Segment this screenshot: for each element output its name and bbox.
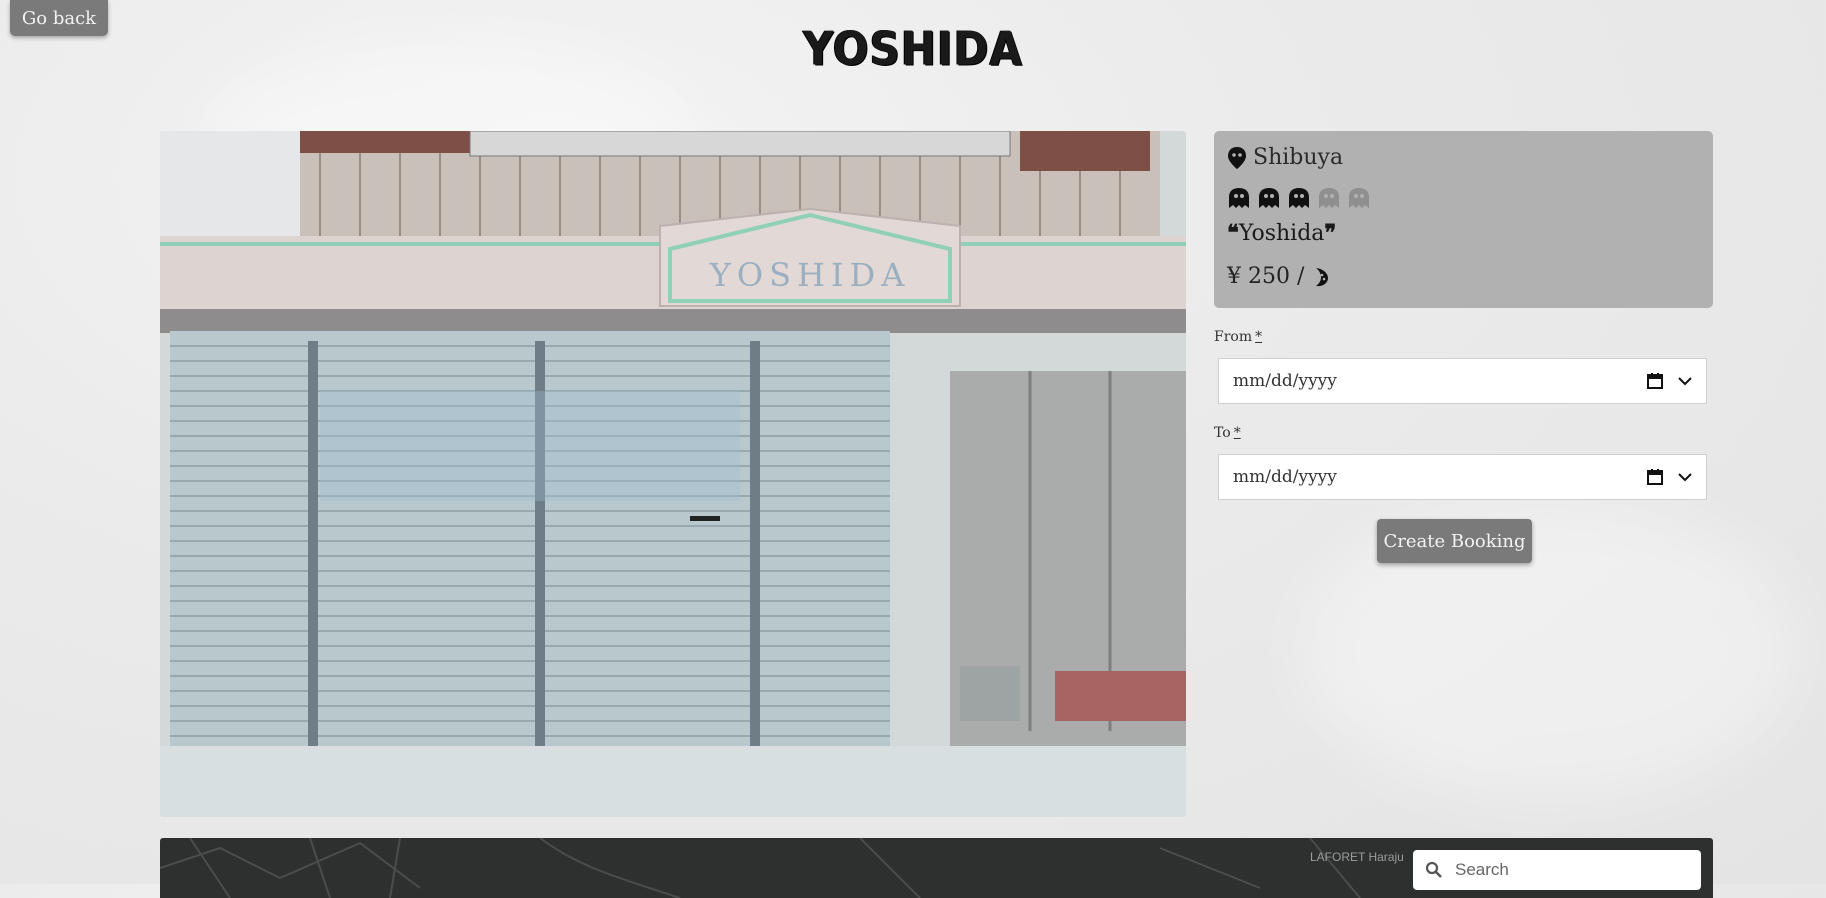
name-row: ❝ Yoshida ❞ <box>1227 220 1336 246</box>
page-title: YOSHIDA <box>802 21 1023 76</box>
close-quote-icon: ❞ <box>1324 220 1337 246</box>
listing-info-card: Shibuya ❝ Yoshida ❞ ¥ 250 / <box>1214 131 1713 308</box>
moon-icon <box>1316 267 1329 286</box>
price-row: ¥ 250 / <box>1227 264 1330 289</box>
chevron-down-icon[interactable] <box>1678 376 1692 386</box>
to-label: To * <box>1214 425 1241 441</box>
search-icon <box>1425 861 1442 878</box>
svg-text:YOSHIDA: YOSHIDA <box>709 256 911 294</box>
location-text: Shibuya <box>1253 145 1344 170</box>
location-row: Shibuya <box>1227 145 1343 170</box>
to-date-value: mm/dd/yyyy <box>1233 467 1337 487</box>
from-date-value: mm/dd/yyyy <box>1233 371 1337 391</box>
shop-front-image: YOSHIDA <box>160 131 1186 817</box>
listing-photo: YOSHIDA <box>160 131 1186 817</box>
map-view[interactable]: LAFORET Haraju Search <box>160 838 1713 898</box>
ghost-rating-icon-empty <box>1319 188 1339 208</box>
ghost-rating-icon-filled <box>1289 188 1309 208</box>
create-booking-button[interactable]: Create Booking <box>1377 519 1532 563</box>
calendar-icon[interactable] <box>1646 372 1664 390</box>
to-date-input[interactable]: mm/dd/yyyy <box>1218 454 1707 500</box>
map-place-label: LAFORET Haraju <box>1310 850 1404 864</box>
ghost-rating-icon-empty <box>1349 188 1369 208</box>
map-search-input[interactable]: Search <box>1413 850 1701 890</box>
ghost-rating-icon-filled <box>1259 188 1279 208</box>
required-mark: * <box>1233 425 1241 441</box>
price-text: ¥ 250 / <box>1227 264 1305 289</box>
calendar-icon[interactable] <box>1646 468 1664 486</box>
location-pin-icon <box>1228 146 1246 169</box>
from-label: From * <box>1214 329 1263 345</box>
rating-row <box>1227 186 1377 210</box>
listing-name: Yoshida <box>1238 220 1325 246</box>
ghost-rating-icon-filled <box>1229 188 1249 208</box>
required-mark: * <box>1255 329 1263 345</box>
open-quote-icon: ❝ <box>1227 220 1239 246</box>
map-search-placeholder: Search <box>1455 860 1509 879</box>
chevron-down-icon[interactable] <box>1678 472 1692 482</box>
from-date-input[interactable]: mm/dd/yyyy <box>1218 358 1707 404</box>
